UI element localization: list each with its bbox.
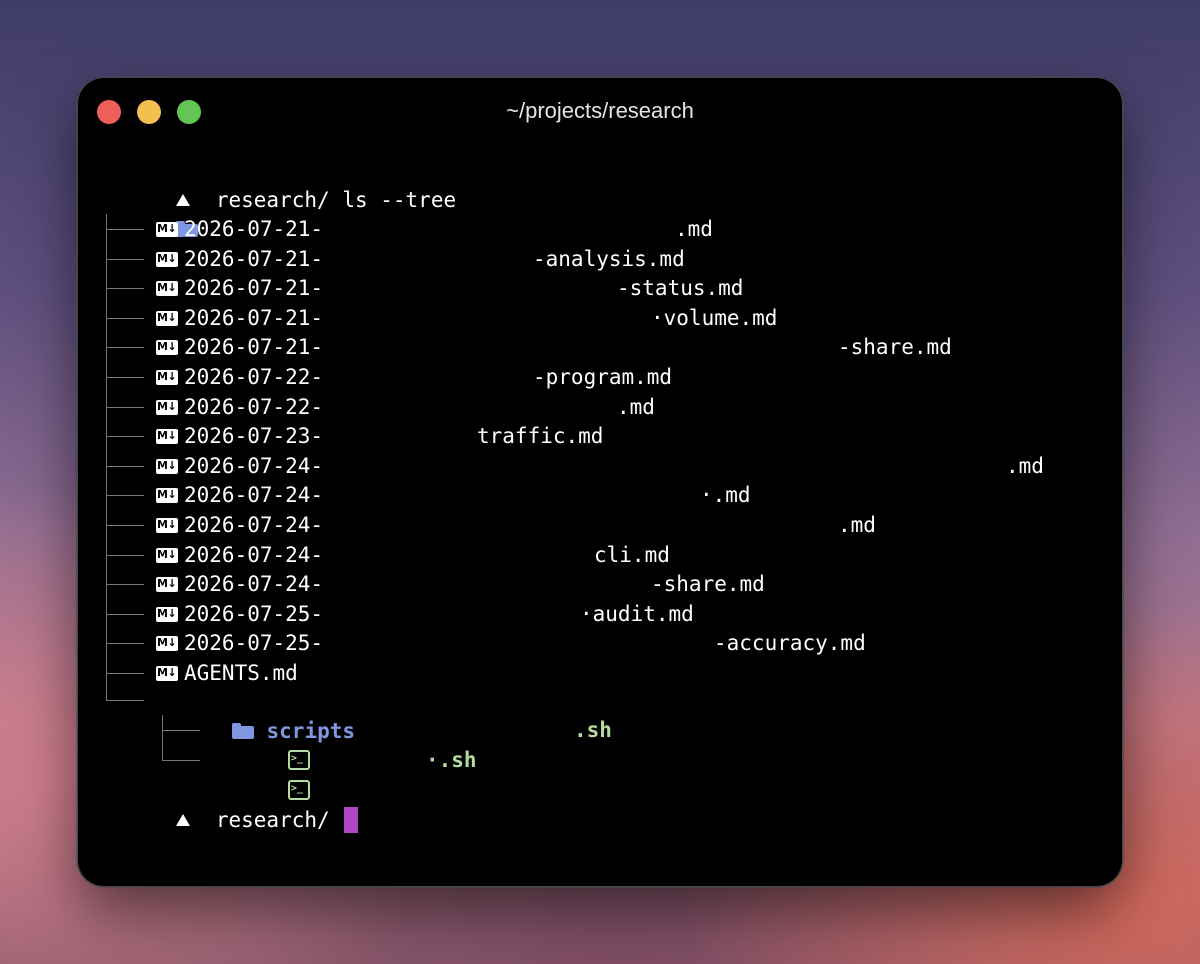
file-name-suffix: cli.md [594,543,670,567]
markdown-icon [156,480,178,510]
prompt-command: ls --tree [342,188,457,212]
tree-branch [162,730,200,731]
tree-branch [106,347,144,348]
markdown-icon [156,510,178,540]
file-name-prefix: 2026-07-24- [184,454,324,478]
markdown-icon [156,540,178,570]
tree-root: . [100,184,219,241]
tree-item-scripts[interactable]: scripts [156,686,355,743]
text-cursor[interactable] [343,807,358,833]
file-name-prefix: 2026-07-21- [184,306,324,330]
prompt-line: research/ ls --tree [100,155,456,212]
script-name: .sh [574,718,612,742]
markdown-icon [156,332,178,362]
terminal-output[interactable]: research/ ls --tree . 2026-07-21- .md 2026… [78,78,1122,886]
tree-item-file[interactable]: 2026-07-22- [156,362,323,392]
file-name-suffix: -status.md [617,276,744,300]
tree-item-file[interactable]: 2026-07-24- [156,540,323,570]
tree-item-file[interactable]: 2026-07-21- [156,273,323,303]
script-name: ·.sh [426,748,477,772]
file-name-prefix: 2026-07-23- [184,424,324,448]
tree-branch [106,584,144,585]
tree-item-file[interactable]: 2026-07-25- [156,628,323,658]
file-name-prefix: 2026-07-25- [184,602,324,626]
tree-branch [106,288,144,289]
tree-branch [162,760,200,761]
markdown-icon [156,421,178,451]
markdown-icon [156,451,178,481]
tree-branch [106,466,144,467]
markdown-icon [156,569,178,599]
file-name-prefix: 2026-07-22- [184,365,324,389]
file-name-suffix: .md [675,217,713,241]
file-name-prefix: 2026-07-24- [184,543,324,567]
tree-item-file[interactable]: 2026-07-25- [156,599,323,629]
prompt-icon [175,814,190,826]
prompt-line: research/ [100,775,358,833]
markdown-icon [156,303,178,333]
tree-branch [106,614,144,615]
file-name-prefix: 2026-07-25- [184,631,324,655]
tree-item-file[interactable]: 2026-07-24- [156,510,323,540]
markdown-icon [156,392,178,422]
file-name-prefix: 2026-07-24- [184,483,324,507]
tree-branch [106,259,144,260]
tree-item-file[interactable]: 2026-07-21- [156,244,323,274]
tree-branch [106,673,144,674]
tree-branch [106,700,144,701]
file-name-suffix: ·volume.md [651,306,778,330]
file-name-prefix: AGENTS.md [184,661,298,685]
file-name-suffix: -analysis.md [533,247,685,271]
tree-item-file[interactable]: 2026-07-21- [156,303,323,333]
tree-branch [106,407,144,408]
tree-item-file[interactable]: 2026-07-22- [156,392,323,422]
file-name-prefix: 2026-07-24- [184,572,324,596]
tree-branch [106,495,144,496]
file-name-suffix: ·.md [700,483,751,507]
tree-item-file[interactable]: 2026-07-23- [156,421,323,451]
file-name-prefix: 2026-07-22- [184,395,324,419]
file-name-suffix: .md [838,513,876,537]
tree-branch [106,377,144,378]
tree-item-file[interactable]: 2026-07-24- [156,480,323,510]
file-name-prefix: 2026-07-24- [184,513,324,537]
file-name-suffix: -share.md [651,572,765,596]
file-name-suffix: -program.md [533,365,673,389]
prompt-cwd: research/ [215,808,330,832]
markdown-icon [156,244,178,274]
tree-branch [106,643,144,644]
file-name-suffix: .md [617,395,655,419]
tree-item-file[interactable]: AGENTS.md [156,658,298,688]
file-name-prefix: 2026-07-21- [184,276,324,300]
markdown-icon [156,362,178,392]
file-name-suffix: -accuracy.md [714,631,866,655]
tree-branch [106,318,144,319]
markdown-icon [156,658,178,688]
file-name-prefix: 2026-07-21- [184,217,324,241]
tree-item-file[interactable]: 2026-07-21- [156,214,323,244]
file-name-suffix: -share.md [838,335,952,359]
markdown-icon [156,628,178,658]
markdown-icon [156,599,178,629]
file-name-prefix: 2026-07-21- [184,335,324,359]
markdown-icon [156,214,178,244]
tree-branch [106,555,144,556]
file-name-prefix: 2026-07-21- [184,247,324,271]
tree-item-file[interactable]: 2026-07-21- [156,332,323,362]
tree-item-script[interactable] [212,745,314,804]
tree-branch [106,525,144,526]
tree-branch [106,229,144,230]
tree-item-file[interactable]: 2026-07-24- [156,569,323,599]
markdown-icon [156,273,178,303]
file-name-suffix: traffic.md [477,424,604,448]
terminal-window: ~/projects/research research/ ls --tree … [78,78,1122,886]
tree-branch [106,436,144,437]
tree-item-file[interactable]: 2026-07-24- [156,451,323,481]
file-name-suffix: .md [1006,454,1044,478]
tree-item-script[interactable] [212,715,314,774]
file-name-suffix: ·audit.md [580,602,694,626]
prompt-cwd: research/ [215,188,330,212]
